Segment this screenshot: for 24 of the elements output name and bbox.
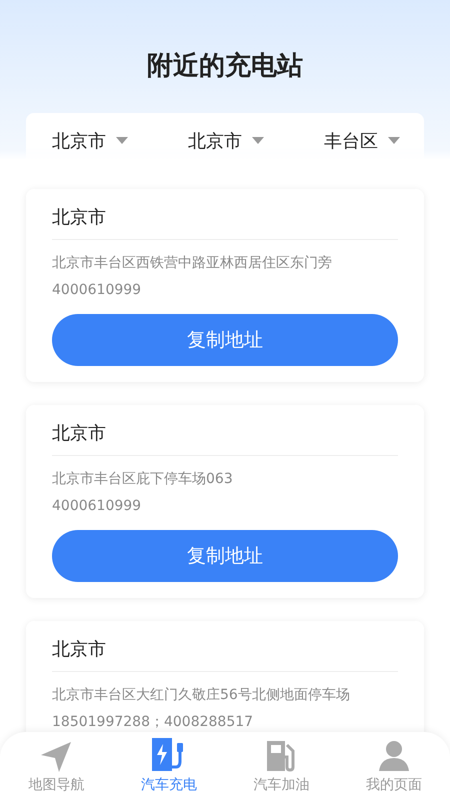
page-title: 附近的充电站 xyxy=(146,50,304,83)
user-icon xyxy=(376,739,411,773)
copy-address-button[interactable]: 复制地址 xyxy=(52,530,398,582)
region-dropdown[interactable]: 北京市 xyxy=(188,129,264,153)
station-address: 北京市丰台区庇下停车场063 xyxy=(52,470,234,489)
caret-icon xyxy=(116,137,128,145)
station-name: 北京市 xyxy=(52,638,107,662)
region-dropdown[interactable]: 北京市 xyxy=(52,129,128,153)
tab[interactable]: 我的页面 xyxy=(338,732,450,800)
tab[interactable]: 汽车充电 xyxy=(112,732,225,800)
region-dropdown[interactable]: 丰台区 xyxy=(324,129,400,153)
station-name: 北京市 xyxy=(52,206,107,230)
paper-plane-icon xyxy=(39,739,74,773)
tab[interactable]: 汽车加油 xyxy=(225,732,338,800)
copy-address-button[interactable]: 复制地址 xyxy=(52,314,398,366)
station-name: 北京市 xyxy=(52,422,107,446)
tab[interactable]: 地图导航 xyxy=(0,732,112,800)
station-phone: 4000610999 xyxy=(52,281,142,300)
station-address: 北京市丰台区西铁营中路亚林西居住区东门旁 xyxy=(52,254,333,273)
caret-icon xyxy=(252,137,264,145)
station-phone: 18501997288；4008288517 xyxy=(52,713,254,732)
station-phone: 4000610999 xyxy=(52,497,142,516)
caret-icon xyxy=(388,137,400,145)
station-address: 北京市丰台区大红门久敬庄56号北侧地面停车场 xyxy=(52,686,351,705)
